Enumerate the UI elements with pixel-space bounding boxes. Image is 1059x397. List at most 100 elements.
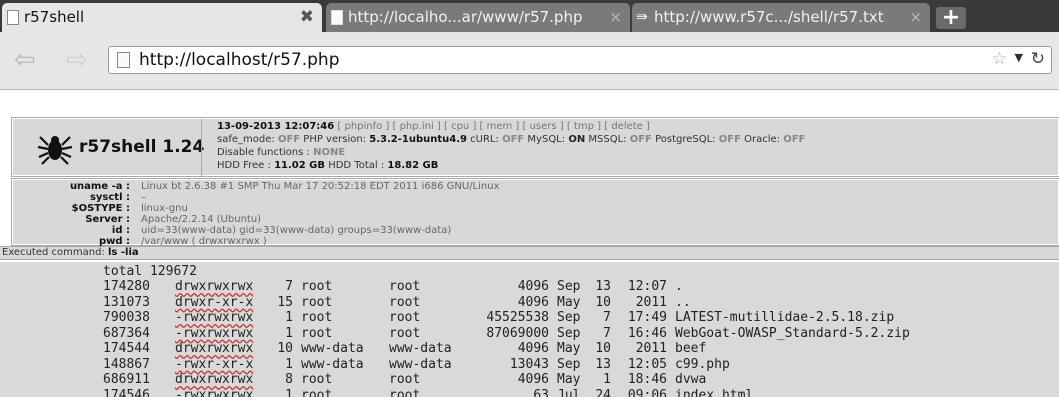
loading-icon: ⇛ [636, 9, 648, 25]
executed-command-bar: Executed command: ls -lia [0, 246, 1059, 260]
link-phpinfo[interactable]: [ phpinfo ] [337, 121, 389, 132]
header-line-3: Disable functions : NONE [217, 147, 345, 159]
file-size: 4096 [517, 372, 549, 387]
file-links: 1 [285, 310, 293, 325]
listing-row: 148867 -rwxr-xr-x 1 www-data www-data 13043 Se… [103, 357, 730, 372]
link-tmp[interactable]: [ tmp ] [567, 121, 601, 132]
file-time: 2011 [635, 294, 667, 310]
file-owner: root [301, 279, 333, 294]
reload-icon[interactable]: ↻ [1031, 49, 1045, 69]
tab-title: http://www.r57c.../shell/r57.txt [654, 8, 884, 26]
file-day: 1 [603, 372, 611, 387]
info-key: sysctl : [89, 192, 130, 203]
info-value: Apache/2.2.14 (Ubuntu) [141, 214, 262, 225]
file-month: Sep [557, 279, 581, 294]
oracle-label: Oracle: [744, 134, 781, 145]
file-group: root [389, 325, 421, 341]
file-permissions: -rwxr-xr-x [175, 356, 254, 372]
file-links: 1 [285, 356, 293, 372]
forward-arrow-icon[interactable]: ⇨ [66, 47, 88, 73]
safe-mode-label: safe_mode: [217, 134, 275, 145]
executed-command-label: Executed command: [2, 247, 105, 258]
url-text[interactable]: http://localhost/r57.php [139, 49, 340, 71]
file-size: 13043 [509, 356, 549, 372]
file-size: 4096 [517, 294, 549, 310]
file-inode: 687364 [103, 325, 150, 341]
output-total: total 129672 [103, 264, 197, 279]
back-arrow-icon[interactable]: ⇦ [14, 47, 36, 73]
file-permissions: -rwxrwxrwx [175, 387, 254, 397]
file-month: May [557, 341, 581, 356]
link-users[interactable]: [ users ] [523, 121, 564, 132]
page-content: r57shell 1.24 13-09-2013 12:07:46 [ phpi… [0, 90, 1059, 397]
header-line-4: HDD Free : 11.02 GB HDD Total : 18.82 GB [217, 160, 438, 172]
close-tab-icon[interactable]: ✖ [300, 3, 314, 32]
file-inode: 148867 [103, 356, 150, 372]
link-cpu[interactable]: [ cpu ] [444, 121, 476, 132]
file-name: dvwa [675, 372, 707, 387]
file-name: .. [675, 294, 691, 310]
file-name: index.html [675, 387, 754, 397]
file-permissions: drwxr-xr-x [175, 294, 254, 310]
star-icon[interactable]: ☆ [992, 49, 1007, 69]
file-time: 2011 [635, 341, 667, 356]
info-key: uname -a : [69, 181, 130, 192]
file-name: LATEST-mutillidae-2.5.18.zip [675, 310, 895, 325]
listing-row: 174280 drwxrwxrwx 7 root root 4096 Sep 13 12:07. [103, 279, 683, 294]
info-key: id : [111, 225, 130, 236]
link-delete[interactable]: [ delete ] [604, 121, 650, 132]
info-key: $OSTYPE : [71, 203, 130, 214]
file-month: May [557, 372, 581, 387]
file-time: 17:49 [627, 310, 667, 325]
info-value: linux-gnu [141, 203, 188, 214]
listing-row: 174544 drwxrwxrwx 10 www-data www-data 4096 Ma… [103, 341, 706, 356]
file-month: Sep [557, 310, 581, 325]
link-mem[interactable]: [ mem ] [480, 121, 520, 132]
safe-mode-value: OFF [277, 134, 301, 145]
info-value: uid=33(www-data) gid=33(www-data) groups… [141, 225, 452, 236]
mssql-label: MSSQL: [588, 134, 627, 145]
new-tab-button[interactable]: + [936, 7, 966, 29]
dropdown-icon[interactable]: ▼ [1015, 51, 1023, 64]
file-permissions: drwxrwxrwx [175, 372, 254, 387]
file-inode: 174546 [103, 387, 150, 397]
close-tab-icon[interactable]: × [909, 3, 922, 32]
file-owner: root [301, 372, 333, 387]
file-size: 45525538 [486, 310, 549, 325]
file-time: 09:06 [627, 387, 667, 397]
file-day: 13 [595, 279, 611, 294]
file-name: beef [675, 341, 707, 356]
info-value: Linux bt 2.6.38 #1 SMP Thu Mar 17 20:52:… [141, 181, 500, 192]
info-key: Server : [85, 214, 130, 225]
hdd-total-value: 18.82 GB [387, 160, 439, 171]
browser-toolbar: ⇦ ⇨ http://localhost/r57.php ☆ ▼ ↻ [0, 32, 1059, 90]
tab-r57-txt[interactable]: ⇛ http://www.r57c.../shell/r57.txt × [632, 3, 930, 32]
file-month: Jul [557, 387, 581, 397]
command-output: total 129672 174280 drwxrwxrwx 7 root root 40… [0, 262, 1059, 397]
close-tab-icon[interactable]: × [609, 3, 622, 32]
link-php-ini[interactable]: [ php.ini ] [393, 121, 441, 132]
file-owner: root [301, 325, 333, 341]
file-size: 63 [533, 387, 549, 397]
tab-strip: r57shell ✖ http://localho...ar/www/r57.p… [0, 0, 1059, 32]
hdd-free-value: 11.02 GB [274, 160, 326, 171]
curl-value: OFF [502, 134, 525, 145]
tab-r57-php[interactable]: http://localho...ar/www/r57.php × [326, 3, 630, 32]
file-time: 12:07 [627, 279, 667, 294]
file-inode: 174544 [103, 341, 150, 356]
file-group: root [389, 310, 421, 325]
listing-row: 131073 drwxr-xr-x 15 root root 4096 May 10 2011.… [103, 295, 691, 310]
address-bar[interactable]: http://localhost/r57.php ☆ ▼ ↻ [108, 46, 1052, 74]
file-day: 7 [603, 310, 611, 325]
mysql-value: ON [568, 134, 586, 145]
file-day: 7 [603, 325, 611, 341]
info-value: – [141, 192, 146, 203]
oracle-value: OFF [783, 134, 806, 145]
tab-title: r57shell [24, 8, 85, 26]
tab-r57shell[interactable]: r57shell ✖ [2, 3, 322, 32]
page-icon [331, 10, 343, 25]
file-owner: root [301, 310, 333, 325]
info-row: id : uid=33(www-data) gid=33(www-data) g… [13, 225, 1059, 236]
info-row: sysctl : – [13, 192, 1059, 203]
header-line-2: safe_mode: OFF PHP version: 5.3.2-1ubunt… [217, 134, 805, 146]
